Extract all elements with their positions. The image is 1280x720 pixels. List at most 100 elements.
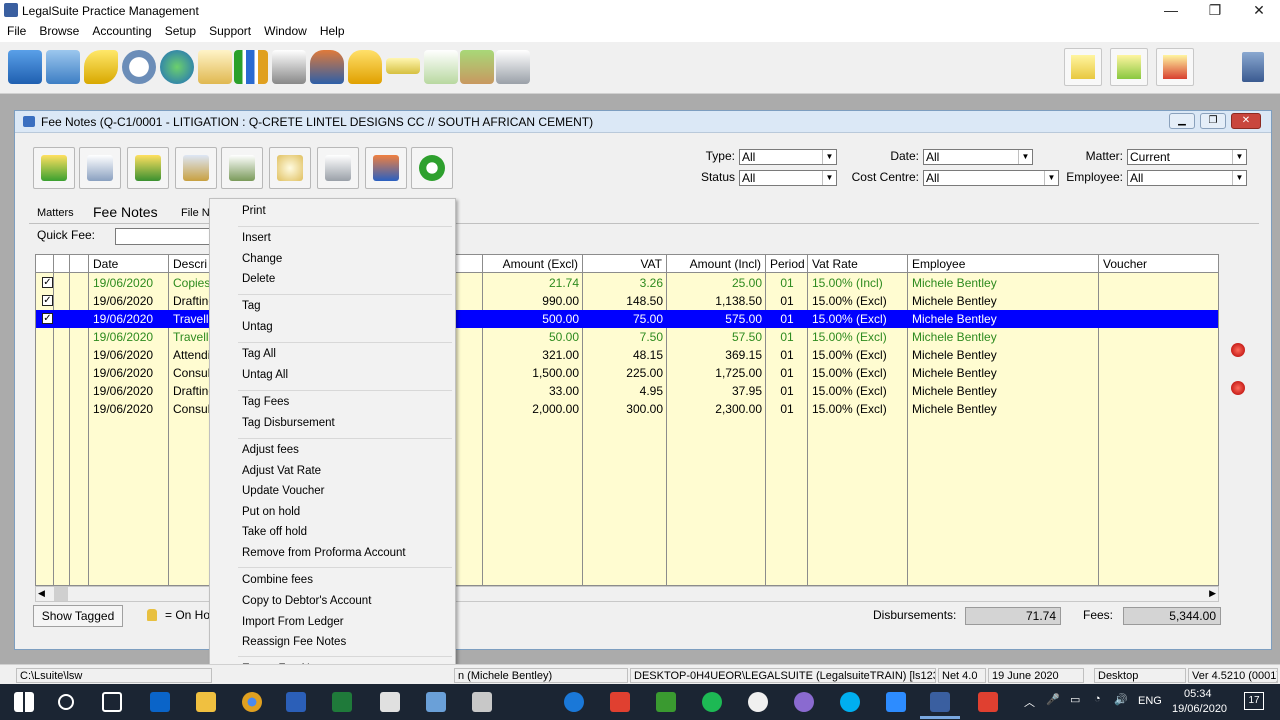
tag-checkbox[interactable]: ✓ [42, 295, 53, 306]
status-select[interactable]: All ▼ [739, 170, 837, 186]
window-minimize-icon[interactable]: ▁ [1169, 113, 1195, 129]
header-amount-incl[interactable]: Amount (Incl) [667, 255, 766, 273]
menu-item-remove-from-proforma-account[interactable]: Remove from Proforma Account [242, 547, 406, 559]
menu-item-untag-all[interactable]: Untag All [242, 369, 288, 381]
transfer-button[interactable] [221, 147, 263, 189]
tab-fee-notes[interactable]: Fee Notes [87, 204, 164, 220]
header-period[interactable]: Period [766, 255, 808, 273]
tag-checkbox[interactable]: ✓ [42, 313, 53, 324]
recorder-icon[interactable] [978, 692, 998, 712]
stopwatch-icon[interactable] [122, 50, 156, 84]
restore-icon[interactable]: ❐ [1200, 2, 1230, 20]
wifi-icon[interactable]: ◔ [1094, 693, 1101, 705]
menu-item-reassign-fee-notes[interactable]: Reassign Fee Notes [242, 636, 346, 648]
scroll-right-icon[interactable]: ▶ [1209, 588, 1216, 599]
menu-item-insert[interactable]: Insert [242, 232, 271, 244]
language-indicator[interactable]: ENG [1138, 695, 1162, 707]
show-tagged-button[interactable]: Show Tagged [33, 605, 123, 627]
clock-time[interactable]: 05:34 [1184, 688, 1212, 700]
notepad-icon[interactable] [424, 50, 458, 84]
parties-icon[interactable] [46, 50, 80, 84]
menu-item-print[interactable]: Print [242, 205, 266, 217]
tab-matters[interactable]: Matters [37, 207, 74, 219]
zoom-icon[interactable] [886, 692, 906, 712]
close-icon[interactable]: ✕ [1244, 2, 1274, 20]
menu-item-tag-disbursement[interactable]: Tag Disbursement [242, 417, 335, 429]
menu-item-tag[interactable]: Tag [242, 300, 261, 312]
menu-item-change[interactable]: Change [242, 253, 282, 265]
tray-chevron-icon[interactable]: ︿ [1024, 694, 1035, 710]
cost-centre-select[interactable]: All ▼ [923, 170, 1059, 186]
clock-date[interactable]: 19/06/2020 [1172, 703, 1227, 715]
matter-select[interactable]: Current ▼ [1127, 149, 1247, 165]
package-button[interactable] [175, 147, 217, 189]
notification-icon[interactable]: 17 [1244, 692, 1264, 710]
menu-item-import-from-ledger[interactable]: Import From Ledger [242, 616, 344, 628]
add-fee-button[interactable] [33, 147, 75, 189]
scroll-thumb[interactable] [54, 587, 68, 601]
volume-icon[interactable]: 🔊 [1114, 693, 1128, 706]
word-icon[interactable] [286, 692, 306, 712]
camera-icon[interactable]: ▭ [1070, 693, 1080, 706]
menu-item-adjust-fees[interactable]: Adjust fees [242, 444, 299, 456]
ticket-icon[interactable] [386, 58, 420, 74]
menu-item-copy-to-debtor-s-account[interactable]: Copy to Debtor's Account [242, 595, 371, 607]
menu-item-untag[interactable]: Untag [242, 321, 273, 333]
start-icon[interactable] [14, 692, 34, 712]
skype-icon[interactable] [840, 692, 860, 712]
header-vat[interactable]: VAT [583, 255, 667, 273]
menu-item-tag-all[interactable]: Tag All [242, 348, 276, 360]
notes-icon[interactable] [380, 692, 400, 712]
lock-icon[interactable] [348, 50, 382, 84]
fax-icon[interactable] [272, 50, 306, 84]
header-employee[interactable]: Employee [908, 255, 1099, 273]
globe-icon[interactable] [160, 50, 194, 84]
itunes-icon[interactable] [748, 692, 768, 712]
window-close-icon[interactable]: ✕ [1231, 113, 1261, 129]
matters-icon[interactable] [8, 50, 42, 84]
task-view-icon[interactable] [102, 692, 122, 712]
date-select[interactable]: All ▼ [923, 149, 1033, 165]
money-button[interactable] [127, 147, 169, 189]
printer-icon[interactable] [496, 50, 530, 84]
menu-item-put-on-hold[interactable]: Put on hold [242, 506, 300, 518]
delete-folder-button[interactable] [1156, 48, 1194, 86]
tag-checkbox[interactable]: ✓ [42, 277, 53, 288]
header-vat-rate[interactable]: Vat Rate [808, 255, 908, 273]
legalsuite-icon[interactable] [930, 692, 950, 712]
header-voucher[interactable]: Voucher [1099, 255, 1218, 273]
app-icon-purple[interactable] [794, 692, 814, 712]
chart-icon[interactable] [234, 50, 268, 84]
minimize-icon[interactable]: — [1156, 2, 1186, 20]
teamviewer-icon[interactable] [564, 692, 584, 712]
employee-select[interactable]: All ▼ [1127, 170, 1247, 186]
window-maximize-icon[interactable]: ❐ [1200, 113, 1226, 129]
camtasia-icon[interactable] [656, 692, 676, 712]
menu-file[interactable]: File [0, 22, 32, 38]
type-select[interactable]: All ▼ [739, 149, 837, 165]
header-date[interactable]: Date [89, 255, 169, 273]
box-button[interactable] [365, 147, 407, 189]
menu-item-delete[interactable]: Delete [242, 273, 275, 285]
excel-icon[interactable] [332, 692, 352, 712]
menu-item-adjust-vat-rate[interactable]: Adjust Vat Rate [242, 465, 321, 477]
file-explorer-icon[interactable] [196, 692, 216, 712]
outlook-icon[interactable] [150, 692, 170, 712]
preview-button[interactable] [269, 147, 311, 189]
spotify-icon[interactable] [702, 692, 722, 712]
menu-item-update-voucher[interactable]: Update Voucher [242, 485, 324, 497]
tools-icon[interactable] [472, 692, 492, 712]
menu-accounting[interactable]: Accounting [85, 22, 157, 38]
menu-window[interactable]: Window [257, 22, 313, 38]
menu-support[interactable]: Support [202, 22, 257, 38]
app-icon-blue[interactable] [426, 692, 446, 712]
search-icon[interactable] [58, 694, 74, 710]
tools-icon[interactable] [460, 50, 494, 84]
scroll-left-icon[interactable]: ◀ [38, 588, 45, 599]
header-amount-excl[interactable]: Amount (Excl) [483, 255, 583, 273]
pen-icon[interactable] [84, 50, 118, 84]
edit-folder-button[interactable] [1110, 48, 1148, 86]
menu-item-take-off-hold[interactable]: Take off hold [242, 526, 307, 538]
menu-help[interactable]: Help [313, 22, 351, 38]
people-icon[interactable] [310, 50, 344, 84]
